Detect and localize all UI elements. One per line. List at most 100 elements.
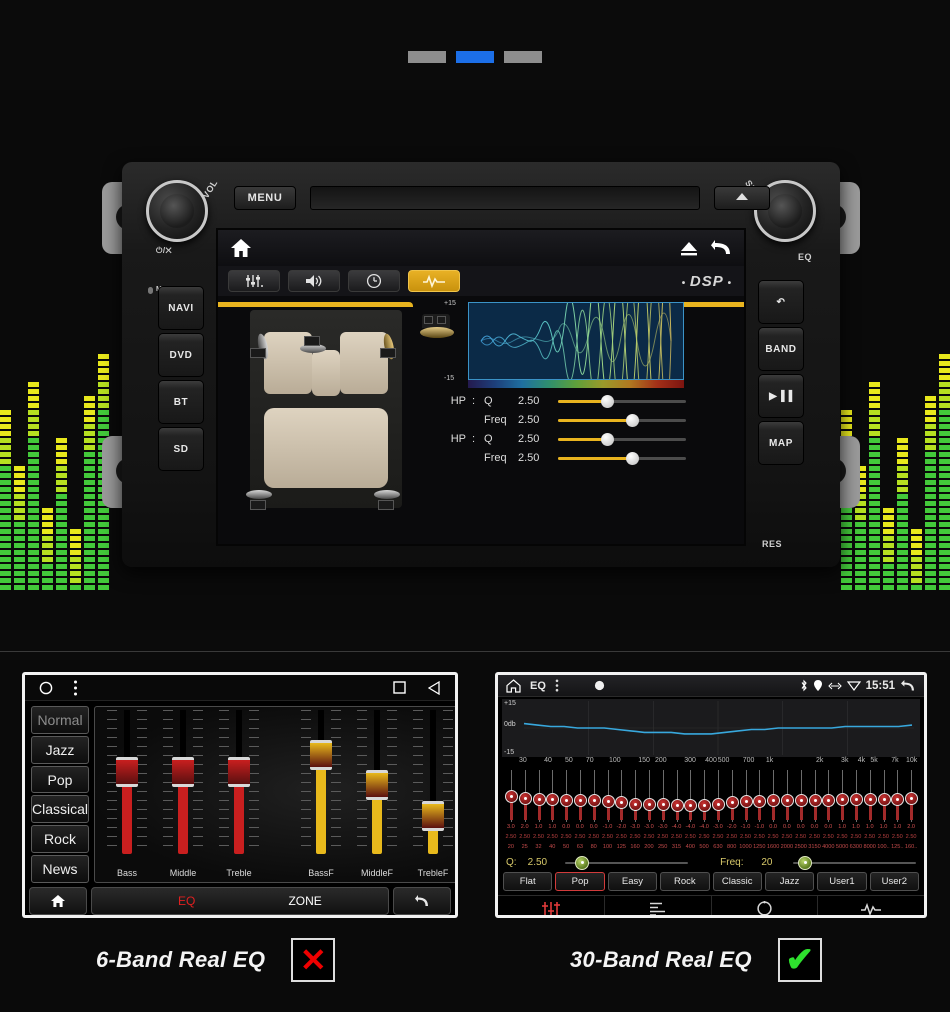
band-knob[interactable] <box>656 797 670 811</box>
band-knob[interactable] <box>684 798 698 812</box>
hardware-button-map[interactable]: MAP <box>758 421 804 465</box>
tab-waveform[interactable] <box>818 896 924 915</box>
preset-classical[interactable]: Classical <box>31 795 90 824</box>
band-knob[interactable] <box>560 794 574 807</box>
fader-knob[interactable] <box>366 769 389 800</box>
preset-news[interactable]: News <box>31 855 90 883</box>
band-knob[interactable] <box>573 794 587 807</box>
band-knob[interactable] <box>808 794 822 807</box>
band-knob[interactable] <box>532 792 546 806</box>
tab-equalizer[interactable] <box>605 896 712 915</box>
fader-knob[interactable] <box>172 757 195 788</box>
fader-treblef[interactable]: TrebleF <box>411 706 455 878</box>
clock-tab[interactable] <box>348 270 400 292</box>
overflow-menu-icon[interactable] <box>555 679 559 692</box>
hardware-button-[interactable]: ▶▐▐ <box>758 374 804 418</box>
band-knob[interactable] <box>587 794 601 807</box>
eq-preset-easy[interactable]: Easy <box>607 872 658 891</box>
dsp-slider-track[interactable] <box>558 432 686 446</box>
dsp-slider-track[interactable] <box>558 413 686 427</box>
fader-bassf[interactable]: BassF <box>299 706 343 878</box>
eject-icon[interactable] <box>680 241 698 256</box>
circle-icon[interactable] <box>39 681 53 695</box>
band-knob[interactable] <box>698 798 712 812</box>
eq-preset-jazz[interactable]: Jazz <box>764 872 815 891</box>
hardware-button-sd[interactable]: SD <box>158 427 204 471</box>
band-knob[interactable] <box>850 792 863 806</box>
band-knob[interactable] <box>642 797 656 811</box>
back-arrow-icon[interactable] <box>900 679 916 692</box>
band-knob[interactable] <box>670 798 684 812</box>
band-knob[interactable] <box>546 792 560 806</box>
band-knob[interactable] <box>891 792 905 806</box>
preset-jazz[interactable]: Jazz <box>31 735 90 764</box>
dsp-slider-thumb[interactable] <box>600 394 614 408</box>
zone-button-label[interactable]: ZONE <box>288 894 321 908</box>
dsp-slider-track[interactable] <box>558 451 686 465</box>
band-knob[interactable] <box>753 795 767 809</box>
fader-knob[interactable] <box>116 757 139 788</box>
fader-treble[interactable]: Treble <box>217 706 261 878</box>
overflow-menu-icon[interactable] <box>73 680 78 696</box>
home-icon[interactable] <box>230 238 252 258</box>
dsp-slider-thumb[interactable] <box>626 413 640 427</box>
home-icon[interactable] <box>506 678 521 693</box>
eject-button[interactable] <box>714 186 770 210</box>
band-knob[interactable] <box>905 791 919 805</box>
band-knob[interactable] <box>601 795 615 809</box>
preset-pop[interactable]: Pop <box>31 765 90 794</box>
fader-bass[interactable]: Bass <box>105 706 149 878</box>
fader-middle[interactable]: Middle <box>161 706 205 878</box>
fader-knob[interactable] <box>422 800 445 831</box>
hardware-button-navi[interactable]: NAVI <box>158 286 204 330</box>
fader-middlef[interactable]: MiddleF <box>355 706 399 878</box>
volume-knob[interactable] <box>146 180 208 242</box>
back-button[interactable] <box>393 887 451 915</box>
eq-preset-user1[interactable]: User1 <box>817 872 867 891</box>
freq-slider[interactable] <box>792 855 916 870</box>
eq-zone-bar[interactable]: EQ ZONE <box>91 887 389 915</box>
hardware-button-bt[interactable]: BT <box>158 380 204 424</box>
eq-preset-user2[interactable]: User2 <box>869 872 919 891</box>
square-icon[interactable] <box>393 681 406 694</box>
band-knob[interactable] <box>767 794 781 807</box>
band-knob[interactable] <box>615 796 629 810</box>
band-knob[interactable] <box>863 792 877 806</box>
dsp-slider-thumb[interactable] <box>600 432 614 446</box>
band-knob[interactable] <box>877 792 891 806</box>
dsp-slider-track[interactable] <box>558 394 686 408</box>
record-dot-icon[interactable] <box>594 680 605 691</box>
tab-mixer[interactable] <box>498 896 605 915</box>
eq-preset-rock[interactable]: Rock <box>660 872 710 891</box>
menu-button[interactable]: MENU <box>234 186 296 210</box>
band-knob[interactable] <box>794 794 808 807</box>
band-knob[interactable] <box>836 792 850 806</box>
eq-button-label[interactable]: EQ <box>178 894 195 908</box>
home-button[interactable] <box>29 887 87 915</box>
band-knob[interactable] <box>712 797 725 811</box>
back-icon[interactable] <box>710 239 732 257</box>
carousel-indicator-3[interactable] <box>504 51 542 63</box>
dsp-slider-thumb[interactable] <box>626 451 640 465</box>
band-knob[interactable] <box>518 791 532 805</box>
hardware-button-[interactable]: ↶ <box>758 280 804 324</box>
eq-preset-flat[interactable]: Flat <box>503 872 553 891</box>
tab-gauge[interactable] <box>712 896 819 915</box>
band-knob[interactable] <box>739 795 753 809</box>
band-knob[interactable] <box>822 794 836 807</box>
fader-knob[interactable] <box>228 757 251 788</box>
sliders-tab[interactable] <box>228 270 280 292</box>
eq-preset-classic[interactable]: Classic <box>712 872 762 891</box>
eq-preset-pop[interactable]: Pop <box>555 872 605 891</box>
band-knob[interactable] <box>725 796 739 810</box>
preset-normal[interactable]: Normal <box>31 706 90 734</box>
band-knob[interactable] <box>505 790 518 804</box>
preset-rock[interactable]: Rock <box>31 825 90 854</box>
hardware-button-dvd[interactable]: DVD <box>158 333 204 377</box>
carousel-indicator-1[interactable] <box>408 51 446 63</box>
hardware-button-band[interactable]: BAND <box>758 327 804 371</box>
fader-knob[interactable] <box>310 739 333 770</box>
band-knob[interactable] <box>629 797 643 811</box>
speaker-tab[interactable] <box>288 270 340 292</box>
band-knob[interactable] <box>780 794 794 807</box>
